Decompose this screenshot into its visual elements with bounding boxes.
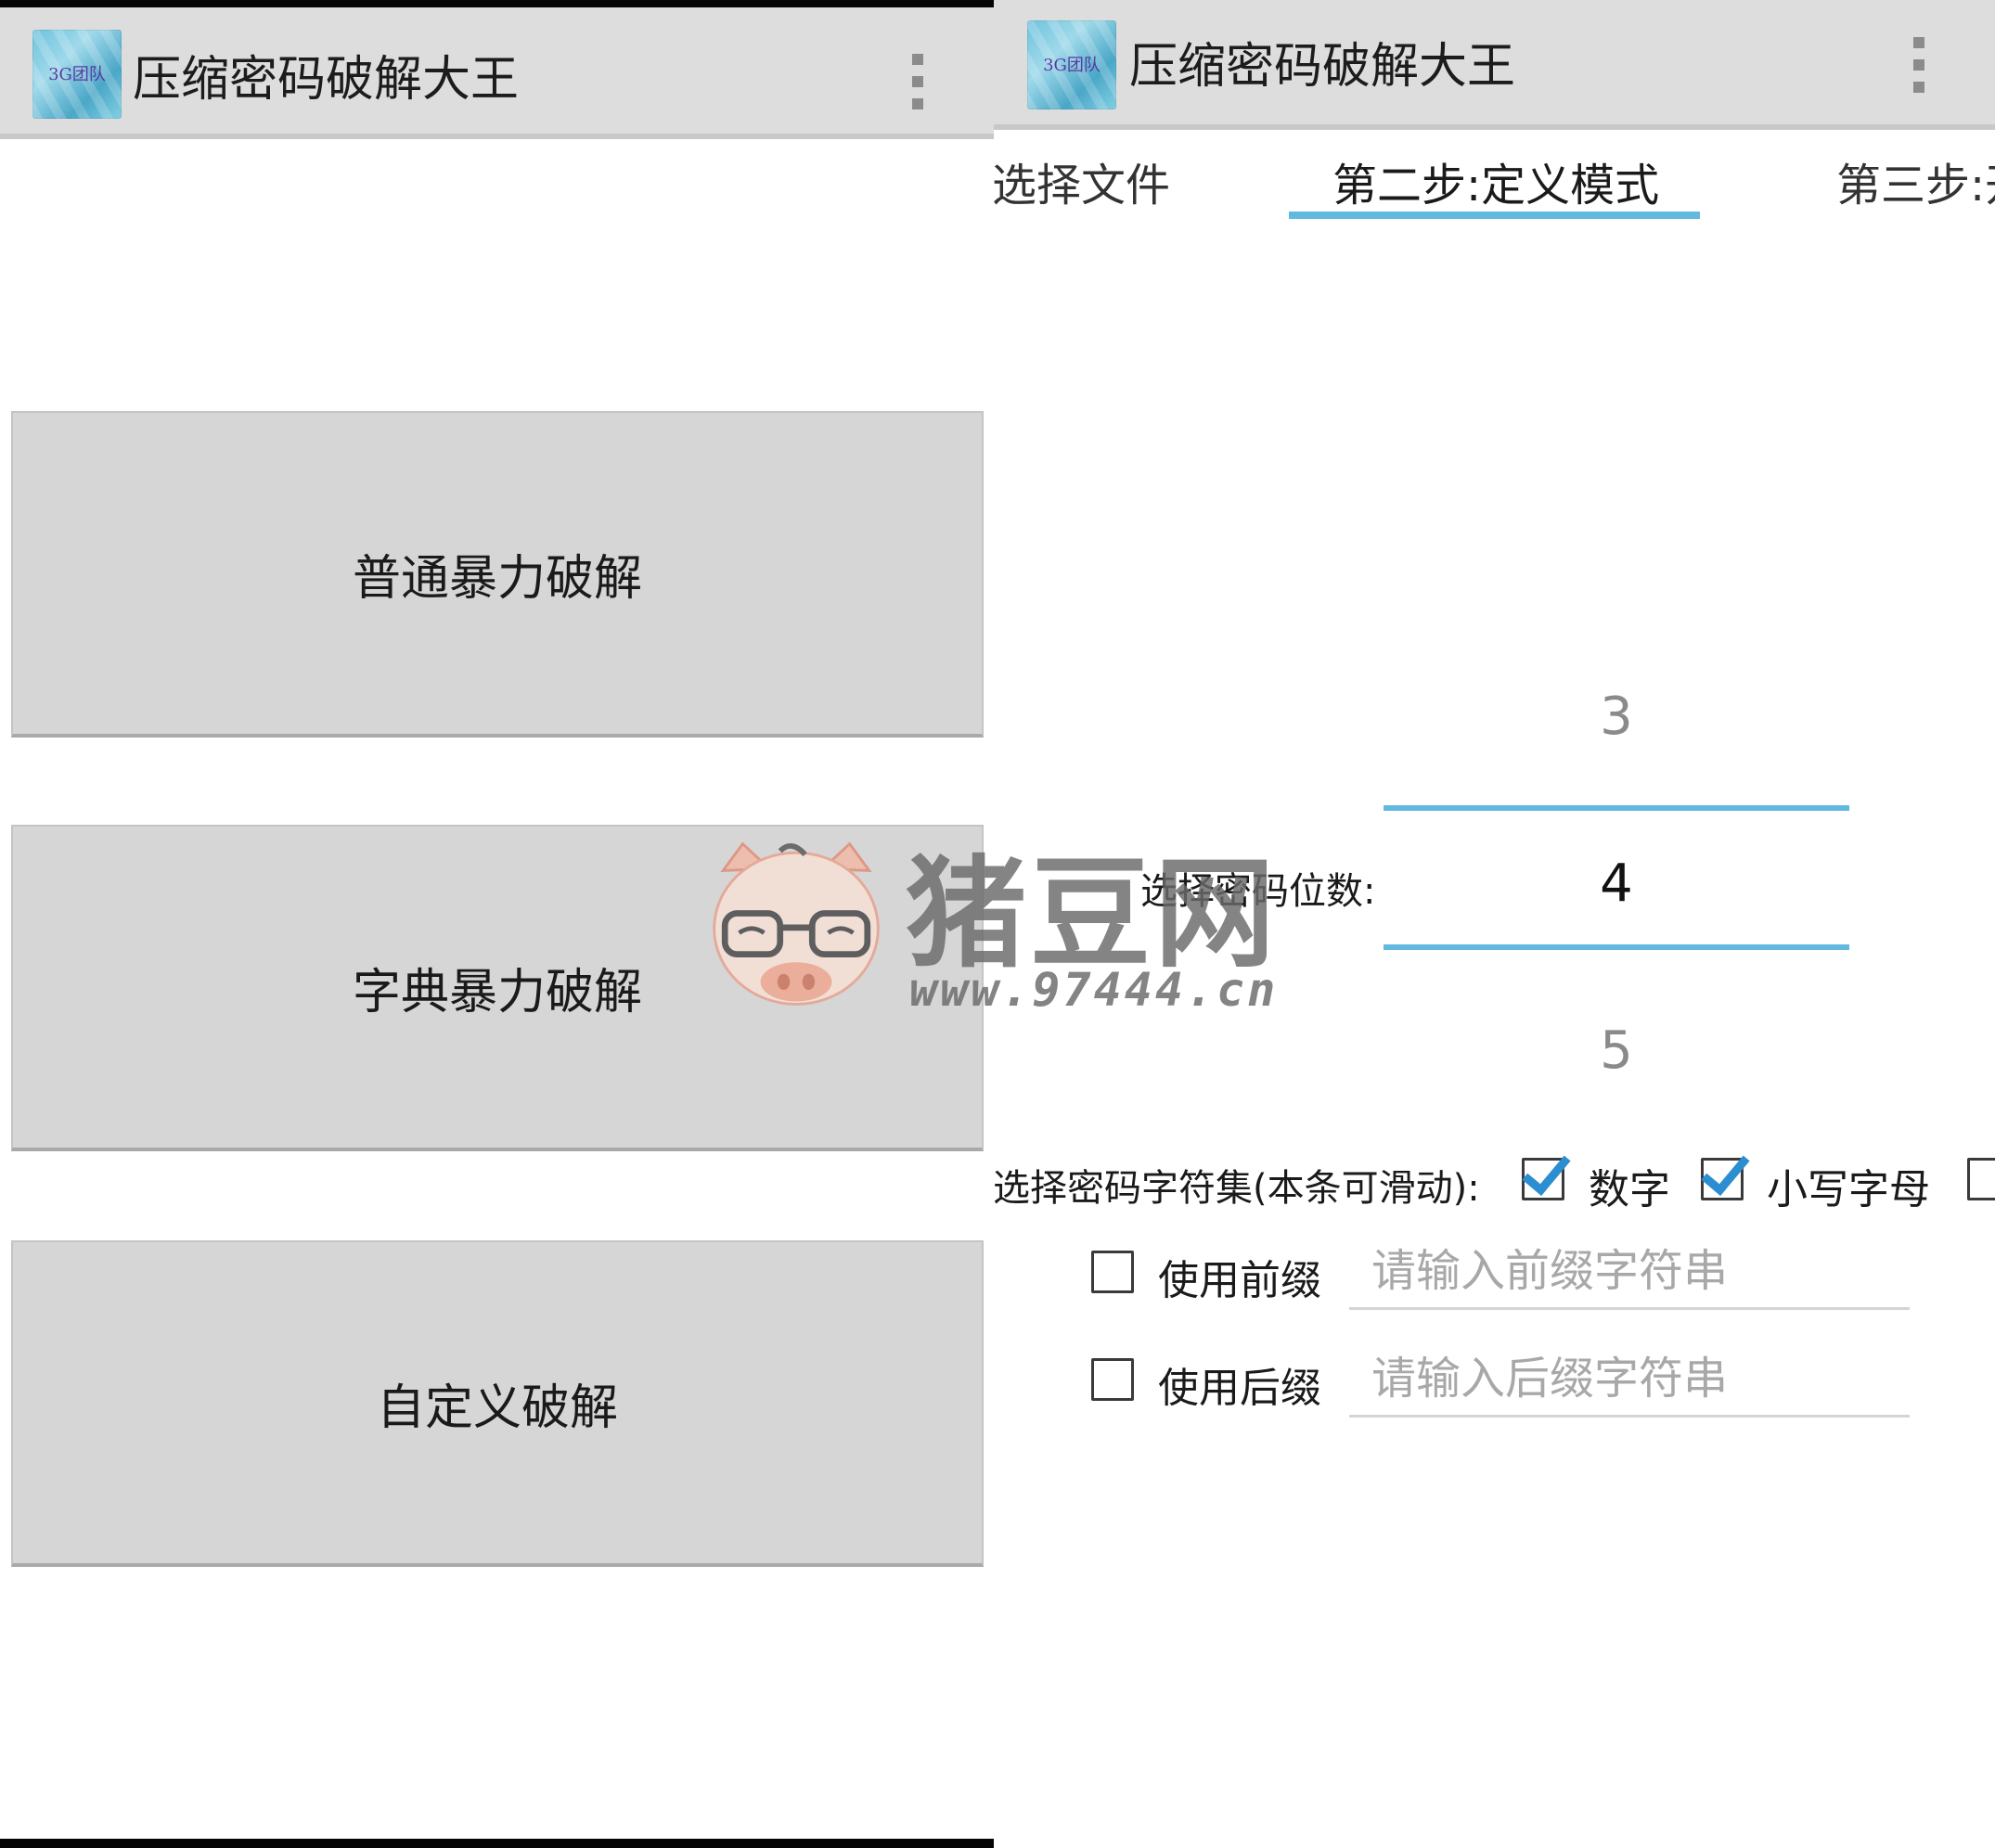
dictionary-brute-force-label: 字典暴力破解 xyxy=(352,964,642,1020)
use-suffix-checkbox[interactable] xyxy=(1091,1358,1134,1401)
normal-brute-force-button[interactable]: 普通暴力破解 xyxy=(11,411,984,738)
app-logo-text: 3G团队 xyxy=(48,65,106,84)
suffix-row: 使用后缀 xyxy=(994,1341,1995,1434)
app-logo-text: 3G团队 xyxy=(1043,56,1100,75)
use-suffix-label: 使用后缀 xyxy=(1158,1365,1321,1412)
custom-crack-button[interactable]: 自定义破解 xyxy=(11,1240,984,1567)
tab-select-file[interactable]: 选择文件 xyxy=(994,148,1170,213)
prefix-row: 使用前缀 xyxy=(994,1234,1995,1327)
digits-checkbox[interactable] xyxy=(1522,1158,1564,1200)
action-bar: 3G团队 压缩密码破解大王 xyxy=(0,7,994,139)
uppercase-checkbox[interactable] xyxy=(1967,1158,1995,1200)
picker-divider-bottom xyxy=(1384,944,1849,950)
app-logo-icon: 3G团队 xyxy=(1027,20,1116,109)
suffix-input[interactable] xyxy=(1349,1341,1910,1418)
tab-start[interactable]: 第三步:开 xyxy=(1836,148,1995,213)
lowercase-checkbox[interactable] xyxy=(1701,1158,1744,1200)
app-title: 压缩密码破解大王 xyxy=(133,52,520,108)
password-length-current-value[interactable]: 4 xyxy=(1384,853,1849,914)
digits-checkbox-label: 数字 xyxy=(1589,1166,1670,1213)
app-title: 压缩密码破解大王 xyxy=(1129,39,1516,95)
action-bar: 3G团队 压缩密码破解大王 xyxy=(994,0,1995,130)
password-length-prev-value[interactable]: 3 xyxy=(1384,687,1849,747)
navigation-bar xyxy=(0,1839,994,1848)
step-tabs: 选择文件 第二步:定义模式 第三步:开 xyxy=(994,135,1995,225)
use-prefix-label: 使用前缀 xyxy=(1158,1257,1321,1304)
tab-indicator xyxy=(1289,212,1700,219)
charset-label: 选择密码字符集(本条可滑动): xyxy=(994,1167,1480,1210)
password-length-next-value[interactable]: 5 xyxy=(1384,1020,1849,1081)
lowercase-checkbox-label: 小写字母 xyxy=(1767,1166,1930,1213)
overflow-menu-icon[interactable] xyxy=(909,54,926,113)
normal-brute-force-label: 普通暴力破解 xyxy=(352,550,642,607)
picker-divider-top xyxy=(1384,805,1849,811)
status-bar xyxy=(0,0,994,7)
dictionary-brute-force-button[interactable]: 字典暴力破解 xyxy=(11,825,984,1151)
use-prefix-checkbox[interactable] xyxy=(1091,1251,1134,1293)
prefix-input[interactable] xyxy=(1349,1234,1910,1310)
tab-define-mode[interactable]: 第二步:定义模式 xyxy=(1332,148,1659,213)
main-menu-screen: 3G团队 压缩密码破解大王 普通暴力破解 字典暴力破解 自定义破解 xyxy=(0,0,994,1848)
custom-crack-label: 自定义破解 xyxy=(376,1380,618,1436)
define-mode-screen: 3G团队 压缩密码破解大王 选择文件 第二步:定义模式 第三步:开 选择密码位数… xyxy=(994,0,1995,1848)
overflow-menu-icon[interactable] xyxy=(1911,37,1927,96)
app-logo-icon: 3G团队 xyxy=(32,30,122,119)
password-length-label: 选择密码位数: xyxy=(1140,870,1376,913)
